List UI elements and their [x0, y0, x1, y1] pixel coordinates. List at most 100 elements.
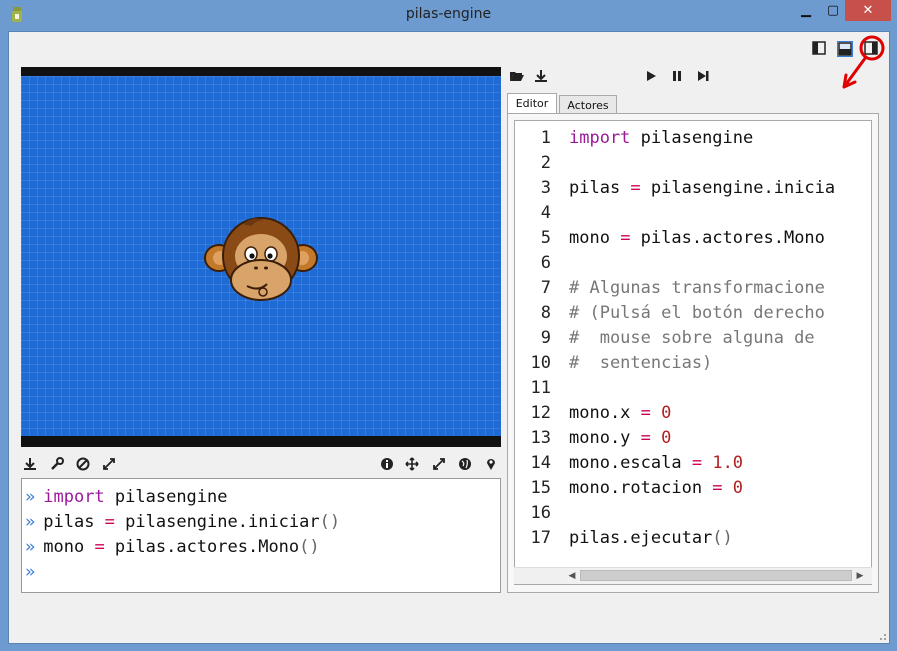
scroll-thumb[interactable]: [580, 570, 852, 581]
stage-expand-button[interactable]: [102, 456, 118, 472]
code-text: mono = pilas.actores.Mono: [569, 226, 825, 251]
code-token: # mouse sobre alguna de: [569, 328, 815, 348]
interactive-console[interactable]: » import pilasengine » pilas = pilasengine.…: [21, 478, 501, 593]
code-editor[interactable]: 1 import pilasengine 2 3 pilas = pilasengine…: [514, 120, 872, 585]
stage-wrench-button[interactable]: [50, 456, 66, 472]
line-number: 5: [540, 228, 551, 248]
stage-globe-button[interactable]: [458, 456, 474, 472]
red-annotation-mark: [842, 35, 885, 89]
stage-ban-button[interactable]: [76, 456, 92, 472]
code-text: pilas.ejecutar(): [569, 526, 733, 551]
line-number: 2: [540, 153, 551, 173]
step-button[interactable]: [696, 68, 712, 84]
download-icon: [24, 458, 36, 470]
editor-horizontal-scrollbar[interactable]: ◀ ▶: [514, 567, 872, 584]
console-prompt: »: [25, 487, 36, 507]
line-number: 13: [530, 428, 551, 448]
code-token: pilasengine: [630, 128, 754, 148]
console-token: (): [299, 537, 320, 557]
close-icon: ✕: [862, 3, 874, 18]
line-number: 17: [530, 528, 551, 548]
resize-icon: [433, 458, 445, 470]
stage-move-button[interactable]: [405, 456, 421, 472]
pause-button[interactable]: [670, 68, 686, 84]
monkey-actor[interactable]: [203, 212, 319, 308]
line-number: 3: [540, 178, 551, 198]
console-prompt: »: [25, 512, 36, 532]
layout-left-button[interactable]: [812, 41, 828, 57]
close-button[interactable]: ✕: [845, 0, 891, 21]
line-number: 14: [530, 453, 551, 473]
code-token: # (Pulsá el botón derecho: [569, 303, 825, 323]
code-text: # (Pulsá el botón derecho: [569, 301, 825, 326]
stage-info-button[interactable]: [380, 456, 396, 472]
maximize-button[interactable]: ▢: [820, 0, 846, 21]
console-token: pilasengine.iniciar: [114, 512, 320, 532]
line-number: 8: [540, 303, 551, 323]
stage-resize-button[interactable]: [432, 456, 448, 472]
pin-icon: [487, 459, 495, 470]
code-text: mono.x = 0: [569, 401, 671, 426]
code-token: import: [569, 128, 631, 148]
code-token: =: [691, 453, 703, 473]
maximize-icon: ▢: [826, 3, 840, 18]
download-icon: [535, 70, 547, 82]
code-text: mono.escala = 1.0: [569, 451, 743, 476]
line-number: 7: [540, 278, 551, 298]
window-title: pilas-engine: [405, 6, 492, 22]
code-token: # sentencias): [569, 353, 713, 373]
globe-icon: [459, 458, 471, 470]
code-text: pilas = pilasengine.inicia: [569, 176, 835, 201]
console-token: pilasengine: [104, 487, 228, 507]
scroll-left-arrow[interactable]: ◀: [564, 568, 580, 584]
game-stage[interactable]: [21, 67, 501, 447]
wrench-icon: [51, 457, 64, 470]
expand-icon: [103, 458, 115, 470]
play-icon: [647, 71, 656, 81]
code-text: mono.y = 0: [569, 426, 671, 451]
title-bar[interactable]: pilas-engine ▁ ▢ ✕: [0, 0, 897, 31]
open-file-button[interactable]: [509, 68, 525, 84]
line-number: 9: [540, 328, 551, 348]
scroll-right-arrow[interactable]: ▶: [852, 568, 868, 584]
ban-icon: [76, 457, 90, 471]
code-token: mono.escala: [569, 453, 692, 473]
open-folder-icon: [510, 72, 524, 81]
code-token: pilas: [569, 178, 631, 198]
code-text: mono.rotacion = 0: [569, 476, 743, 501]
play-button[interactable]: [644, 68, 660, 84]
console-line: »: [22, 560, 500, 585]
stage-canvas[interactable]: [21, 76, 501, 436]
step-icon: [698, 71, 709, 81]
code-token: 0: [661, 403, 672, 423]
line-number: 11: [530, 378, 551, 398]
pause-icon: [673, 71, 681, 81]
console-prompt: »: [25, 562, 36, 582]
stage-pin-button[interactable]: [484, 456, 500, 472]
line-number: 10: [530, 353, 551, 373]
code-token: =: [712, 478, 723, 498]
minimize-button[interactable]: ▁: [793, 0, 819, 21]
code-token: (): [712, 528, 733, 548]
save-file-button[interactable]: [534, 68, 550, 84]
layout-left-icon: [812, 41, 826, 55]
line-number: 6: [540, 253, 551, 273]
console-token: (): [319, 512, 341, 532]
tab-actores[interactable]: Actores: [559, 95, 617, 114]
code-token: mono: [569, 228, 621, 248]
line-number: 12: [530, 403, 551, 423]
tab-editor[interactable]: Editor: [507, 93, 557, 114]
code-token: 0: [732, 478, 744, 498]
line-number: 4: [540, 203, 551, 223]
console-token: import: [43, 487, 105, 507]
line-number: 15: [530, 478, 551, 498]
code-token: pilas.actores.Mono: [630, 228, 825, 248]
resize-grip-icon[interactable]: [877, 631, 887, 641]
code-token: 0: [661, 428, 672, 448]
stage-download-button[interactable]: [23, 456, 39, 472]
console-token: =: [104, 512, 115, 532]
code-text: # mouse sobre alguna de: [569, 326, 815, 351]
minimize-icon: ▁: [801, 3, 811, 18]
